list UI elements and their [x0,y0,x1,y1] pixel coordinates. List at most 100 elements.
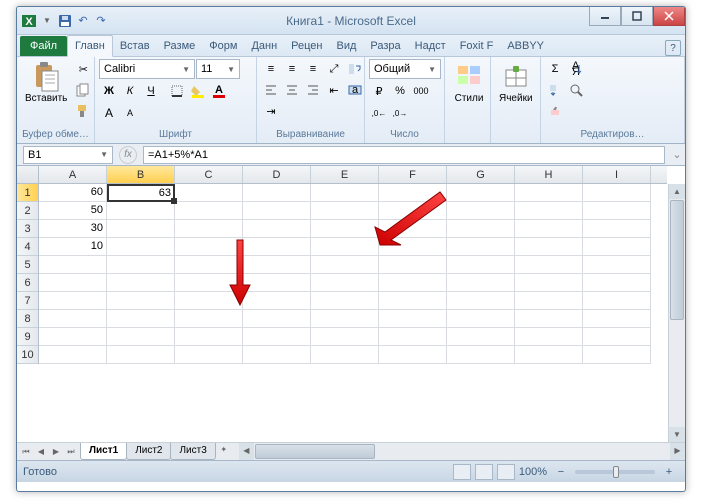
align-middle-icon[interactable]: ≡ [282,59,302,79]
cell-B4[interactable] [107,238,175,256]
decrease-font-icon[interactable]: A [120,103,140,123]
col-header-H[interactable]: H [515,166,583,183]
zoom-out-icon[interactable]: − [551,462,571,482]
cell-C10[interactable] [175,346,243,364]
cell-I4[interactable] [583,238,651,256]
cell-C3[interactable] [175,220,243,238]
cell-F1[interactable] [379,184,447,202]
cell-E9[interactable] [311,328,379,346]
cell-A6[interactable] [39,274,107,292]
cell-G1[interactable] [447,184,515,202]
cell-A5[interactable] [39,256,107,274]
fx-button[interactable]: fx [119,146,137,164]
fill-handle[interactable] [171,198,177,204]
view-layout-icon[interactable] [475,464,493,480]
cell-G10[interactable] [447,346,515,364]
cell-B9[interactable] [107,328,175,346]
sort-filter-icon[interactable]: AЯ [566,59,586,79]
cell-H10[interactable] [515,346,583,364]
cell-H2[interactable] [515,202,583,220]
cell-F4[interactable] [379,238,447,256]
increase-indent-icon[interactable]: ⇥ [261,101,281,121]
cell-B5[interactable] [107,256,175,274]
cell-G6[interactable] [447,274,515,292]
cell-H3[interactable] [515,220,583,238]
cell-C6[interactable] [175,274,243,292]
percent-icon[interactable]: % [390,81,410,101]
cell-I8[interactable] [583,310,651,328]
cell-A9[interactable] [39,328,107,346]
align-left-icon[interactable] [261,80,281,100]
font-size-combo[interactable]: 11▼ [196,59,240,79]
cell-D7[interactable] [243,292,311,310]
border-button[interactable] [167,81,187,101]
cell-H6[interactable] [515,274,583,292]
tab-layout[interactable]: Разме [157,36,203,56]
cell-I7[interactable] [583,292,651,310]
cell-G2[interactable] [447,202,515,220]
currency-icon[interactable]: ₽ [369,81,389,101]
cell-I6[interactable] [583,274,651,292]
number-format-combo[interactable]: Общий▼ [369,59,441,79]
cell-F10[interactable] [379,346,447,364]
row-header-7[interactable]: 7 [17,292,38,310]
col-header-F[interactable]: F [379,166,447,183]
new-sheet-icon[interactable]: ✦ [217,443,231,457]
help-icon[interactable]: ? [665,40,681,56]
align-bottom-icon[interactable]: ≡ [303,59,323,79]
cell-I1[interactable] [583,184,651,202]
cell-B10[interactable] [107,346,175,364]
cell-E8[interactable] [311,310,379,328]
zoom-slider[interactable] [575,470,655,474]
tab-formulas[interactable]: Форм [202,36,244,56]
view-normal-icon[interactable] [453,464,471,480]
cell-E10[interactable] [311,346,379,364]
zoom-in-icon[interactable]: + [659,462,679,482]
cell-C8[interactable] [175,310,243,328]
align-right-icon[interactable] [303,80,323,100]
clear-icon[interactable] [545,101,565,121]
tab-review[interactable]: Рецен [284,36,329,56]
row-header-6[interactable]: 6 [17,274,38,292]
increase-decimal-icon[interactable]: ,0← [369,103,389,123]
sheet-tab-3[interactable]: Лист3 [170,443,215,460]
cell-A8[interactable] [39,310,107,328]
tab-insert[interactable]: Встав [113,36,157,56]
cell-E7[interactable] [311,292,379,310]
cell-H4[interactable] [515,238,583,256]
cell-B2[interactable] [107,202,175,220]
fill-color-button[interactable] [188,81,208,101]
bold-button[interactable]: Ж [99,81,119,101]
tab-file[interactable]: Файл [20,36,67,56]
redo-icon[interactable]: ↷ [93,13,109,29]
row-header-9[interactable]: 9 [17,328,38,346]
cell-G8[interactable] [447,310,515,328]
name-box[interactable]: B1▼ [23,146,113,164]
save-icon[interactable] [57,13,73,29]
cell-D2[interactable] [243,202,311,220]
cell-B3[interactable] [107,220,175,238]
undo-icon[interactable]: ↶ [75,13,91,29]
cell-E3[interactable] [311,220,379,238]
cell-D1[interactable] [243,184,311,202]
cell-F8[interactable] [379,310,447,328]
cell-D10[interactable] [243,346,311,364]
sheet-nav-prev-icon[interactable]: ◀ [34,445,48,459]
cell-H9[interactable] [515,328,583,346]
sheet-tab-2[interactable]: Лист2 [126,443,171,460]
find-icon[interactable] [566,80,586,100]
cell-G7[interactable] [447,292,515,310]
col-header-I[interactable]: I [583,166,651,183]
cell-D9[interactable] [243,328,311,346]
cell-F3[interactable] [379,220,447,238]
tab-home[interactable]: Главн [67,35,113,57]
cell-G9[interactable] [447,328,515,346]
cell-F9[interactable] [379,328,447,346]
formula-input[interactable]: =A1+5%*A1 [143,146,665,164]
fill-icon[interactable] [545,80,565,100]
vertical-scrollbar[interactable]: ▲ ▼ [668,184,685,442]
autosum-icon[interactable]: Σ [545,59,565,79]
sheet-nav-first-icon[interactable]: ⏮ [19,445,33,459]
cell-C2[interactable] [175,202,243,220]
tab-data[interactable]: Данн [244,36,284,56]
